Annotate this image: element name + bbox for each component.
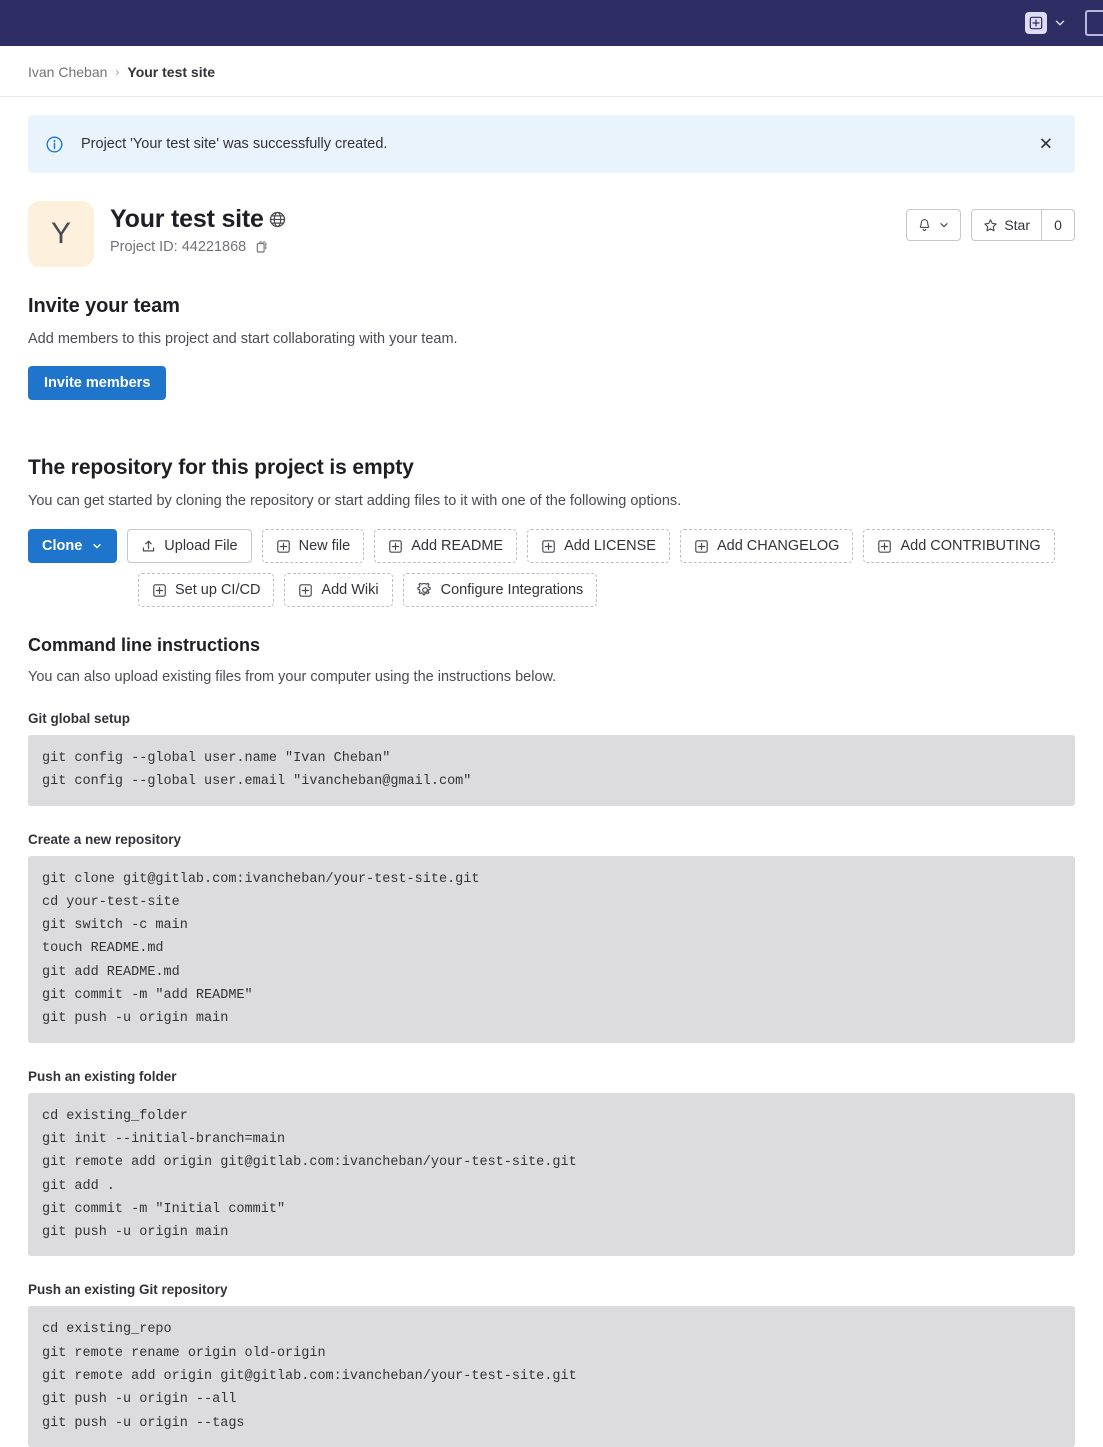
upload-icon [141,539,156,554]
code-block-git-global-setup[interactable]: git config --global user.name "Ivan Cheb… [28,735,1075,806]
top-navigation-bar [0,0,1103,46]
plus-square-icon [276,539,291,554]
add-readme-label: Add README [411,538,504,554]
add-readme-button[interactable]: Add README [374,529,518,563]
code-block-push-existing-git-repository[interactable]: cd existing_repo git remote rename origi… [28,1306,1075,1447]
code-block-label-git-global-setup: Git global setup [28,711,131,726]
chevron-down-icon [938,219,950,231]
bell-icon [917,218,932,233]
code-block-push-existing-folder[interactable]: cd existing_folder git init --initial-br… [28,1092,1075,1257]
info-circle-icon [46,135,63,153]
success-alert-banner: Project 'Your test site' was successfull… [28,115,1075,173]
plus-square-icon [694,539,709,554]
gear-icon [416,582,433,598]
chevron-down-icon [1055,20,1065,26]
chevron-down-icon [91,540,103,552]
code-block-create-new-repository[interactable]: git clone git@gitlab.com:ivancheban/your… [28,855,1075,1043]
top-nav-panel-toggle[interactable] [1085,10,1103,36]
alert-message: Project 'Your test site' was successfull… [81,136,388,152]
project-avatar: Y [28,201,94,267]
clone-button[interactable]: Clone [28,529,118,563]
configure-integrations-button[interactable]: Configure Integrations [402,573,598,607]
upload-file-button[interactable]: Upload File [127,529,252,563]
cli-description: You can also upload existing files from … [28,669,557,685]
invite-description: Add members to this project and start co… [28,331,458,347]
repo-actions-row-2: Set up CI/CD Add Wiki Configure Integrat… [28,573,1075,607]
top-nav-right-group [1025,10,1103,36]
code-block-label-push-existing-folder: Push an existing folder [28,1068,177,1084]
clipboard-copy-icon[interactable] [255,240,270,255]
add-contributing-button[interactable]: Add CONTRIBUTING [863,529,1055,563]
invite-heading: Invite your team [28,295,180,317]
project-meta: Your test site Project ID: 44221868 [110,201,286,255]
empty-repo-heading: The repository for this project is empty [28,456,414,479]
setup-cicd-label: Set up CI/CD [175,582,261,598]
plus-square-icon [1029,16,1043,30]
add-wiki-label: Add Wiki [321,582,379,598]
project-id-label: Project ID: 44221868 [110,239,247,255]
star-icon [983,218,998,233]
project-id-row: Project ID: 44221868 [110,239,286,255]
project-header: Y Your test site Project ID: 44221868 St… [28,201,1075,267]
project-title-row: Your test site [110,205,286,234]
star-count[interactable]: 0 [1041,209,1075,241]
setup-cicd-button[interactable]: Set up CI/CD [138,573,275,607]
breadcrumb-owner-link[interactable]: Ivan Cheban [28,64,107,80]
new-item-plus-button[interactable] [1025,12,1047,34]
new-file-label: New file [298,538,351,554]
configure-integrations-label: Configure Integrations [440,582,584,598]
plus-square-icon [541,539,556,554]
new-file-button[interactable]: New file [261,529,365,563]
add-contributing-label: Add CONTRIBUTING [900,538,1041,554]
star-button[interactable]: Star [971,209,1041,241]
page-title: Your test site [110,205,264,233]
add-changelog-button[interactable]: Add CHANGELOG [679,529,854,563]
empty-repo-description: You can get started by cloning the repos… [28,493,682,509]
notification-settings-button[interactable] [906,209,962,241]
repo-actions-row-1: Clone Upload File New file Add README Ad… [28,529,1075,563]
project-header-actions: Star 0 [906,209,1075,241]
globe-icon [269,211,286,228]
plus-square-icon [388,539,403,554]
breadcrumb-current-project[interactable]: Your test site [127,64,215,80]
code-block-label-push-existing-git-repository: Push an existing Git repository [28,1282,228,1298]
code-block-label-create-new-repository: Create a new repository [28,831,182,847]
cli-heading: Command line instructions [28,635,261,655]
alert-close-button[interactable]: ✕ [1035,134,1057,155]
upload-file-label: Upload File [164,538,238,554]
star-button-label: Star [1004,217,1030,233]
add-changelog-label: Add CHANGELOG [716,538,840,554]
clone-button-label: Clone [42,538,83,554]
breadcrumb: Ivan Cheban › Your test site [0,46,1103,97]
plus-square-icon [298,583,313,598]
star-button-group: Star 0 [971,209,1075,241]
plus-square-icon [152,583,167,598]
plus-square-icon [877,539,892,554]
add-wiki-button[interactable]: Add Wiki [284,573,393,607]
add-license-button[interactable]: Add LICENSE [527,529,670,563]
invite-members-button[interactable]: Invite members [28,366,167,400]
top-nav-chevron-button[interactable] [1053,16,1067,30]
breadcrumb-separator: › [115,65,120,79]
add-license-label: Add LICENSE [564,538,656,554]
